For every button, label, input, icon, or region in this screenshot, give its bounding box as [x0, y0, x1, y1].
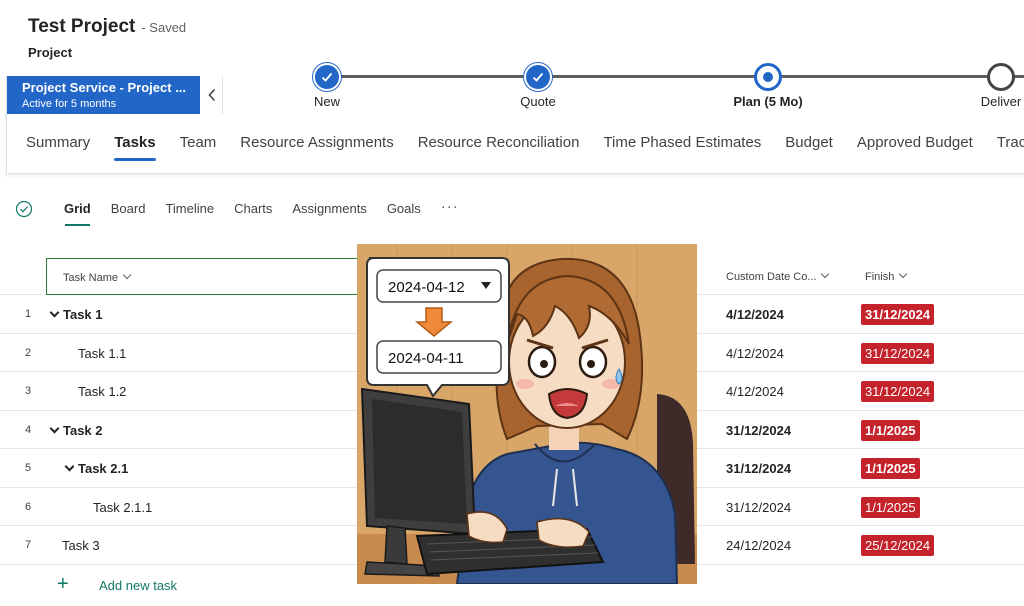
record-type-label: Project	[28, 45, 73, 60]
stage-active-icon	[754, 63, 782, 91]
check-icon	[532, 72, 544, 82]
stage-label: Deliver	[980, 94, 1022, 109]
task-name[interactable]: Task 1.1	[78, 346, 126, 361]
tab-charts[interactable]: Charts	[224, 201, 282, 226]
chevron-down-icon[interactable]	[64, 461, 75, 472]
row-number: 4	[25, 423, 32, 436]
custom-date-cell: 4/12/2024	[726, 384, 784, 399]
task-name[interactable]: Task 1.2	[78, 384, 126, 399]
column-header-label: Finish	[865, 271, 895, 283]
form-header: Test Project - Saved Project Project Ser…	[0, 0, 1024, 176]
row-number: 6	[25, 500, 32, 513]
custom-date-cell: 4/12/2024	[726, 307, 784, 322]
tab-assignments[interactable]: Assignments	[282, 201, 376, 226]
tab-goals[interactable]: Goals	[377, 201, 431, 226]
custom-date-cell: 24/12/2024	[726, 538, 792, 553]
page-title: Test Project	[28, 16, 136, 37]
tab-timeline[interactable]: Timeline	[155, 201, 224, 226]
finish-date-badge: 31/12/2024	[861, 381, 935, 402]
process-flyout-button[interactable]: Project Service - Project ... Active for…	[7, 76, 200, 114]
tab-grid[interactable]: Grid	[54, 201, 101, 226]
column-header-label: Task Name	[63, 272, 119, 284]
task-name[interactable]: Task 2.1.1	[93, 500, 152, 515]
tab-resource-reconciliation[interactable]: Resource Reconciliation	[406, 131, 592, 161]
chevron-down-icon	[821, 269, 830, 279]
custom-date-cell: 31/12/2024	[726, 422, 792, 438]
finish-date-badge: 31/12/2024	[861, 304, 935, 325]
comic-illustration: 2024-04-12 2024-04-11	[357, 244, 697, 584]
stage-label: New	[313, 94, 340, 109]
stage-quote[interactable]: Quote	[478, 63, 598, 109]
finish-date-badge: 1/1/2025	[861, 496, 920, 518]
column-header-finish[interactable]: Finish	[865, 269, 908, 283]
stage-deliver[interactable]: Deliver	[941, 63, 1024, 109]
tab-tasks[interactable]: Tasks	[102, 131, 167, 161]
task-name[interactable]: Task 1	[49, 307, 103, 322]
task-name-text: Task 2.1	[78, 461, 129, 476]
task-name[interactable]: Task 3	[62, 538, 100, 553]
column-header-custom-date[interactable]: Custom Date Co...	[726, 269, 830, 283]
tab-approved-budget[interactable]: Approved Budget	[845, 131, 985, 161]
chevron-left-icon	[207, 88, 215, 102]
tab-time-phased-estimates[interactable]: Time Phased Estimates	[591, 131, 773, 161]
tab-budget[interactable]: Budget	[773, 131, 845, 161]
check-circle-icon[interactable]	[15, 200, 33, 218]
title-row: Test Project - Saved	[28, 16, 186, 38]
process-duration: Active for 5 months	[22, 98, 117, 110]
stage-complete-icon	[524, 63, 552, 91]
view-tab-strip: Grid Board Timeline Charts Assignments G…	[54, 199, 469, 226]
tab-tracking[interactable]: Tracking	[985, 131, 1024, 161]
row-number: 2	[25, 346, 32, 359]
row-number: 1	[25, 308, 32, 320]
row-number: 3	[25, 385, 32, 397]
stage-pending-icon	[987, 63, 1015, 91]
check-icon	[321, 72, 333, 82]
custom-date-cell: 31/12/2024	[726, 461, 792, 476]
custom-date-cell: 31/12/2024	[726, 499, 792, 515]
task-name-text: Task 1	[63, 307, 103, 322]
tab-team[interactable]: Team	[168, 131, 229, 161]
date-after-text: 2024-04-11	[388, 350, 464, 367]
chevron-down-icon	[122, 270, 132, 280]
chevron-down-icon[interactable]	[49, 423, 60, 433]
stage-label: Quote	[520, 94, 556, 109]
stage-label: Plan (5 Mo)	[733, 94, 803, 109]
save-status: - Saved	[141, 20, 187, 35]
stage-complete-icon	[313, 63, 341, 91]
finish-date-badge: 31/12/2024	[861, 342, 935, 364]
row-number: 7	[25, 539, 32, 551]
collapse-process-button[interactable]	[201, 76, 223, 114]
process-name: Project Service - Project ...	[22, 80, 187, 95]
column-header-label: Custom Date Co...	[726, 271, 817, 283]
main-tab-strip: Summary Tasks Team Resource Assignments …	[14, 131, 1024, 161]
process-track	[326, 75, 1024, 78]
tab-board[interactable]: Board	[101, 201, 156, 226]
finish-date-badge: 25/12/2024	[861, 535, 935, 556]
task-name-text: Task 2	[63, 422, 103, 438]
add-task-label: Add new task	[99, 577, 178, 593]
date-before-text: 2024-04-12	[388, 279, 465, 296]
more-options-button[interactable]: ···	[431, 199, 469, 226]
stage-new[interactable]: New	[267, 63, 387, 109]
task-name[interactable]: Task 2.1	[64, 461, 129, 476]
illustration-canvas: 2024-04-12 2024-04-11	[357, 244, 697, 584]
stage-plan[interactable]: Plan (5 Mo)	[708, 63, 828, 109]
column-header-task-name[interactable]: Task Name	[46, 258, 358, 295]
row-number: 5	[25, 462, 32, 474]
finish-date-badge: 1/1/2025	[861, 458, 920, 479]
task-name[interactable]: Task 2	[49, 422, 103, 438]
tab-summary[interactable]: Summary	[14, 131, 102, 161]
plus-icon: +	[57, 572, 69, 595]
finish-date-badge: 1/1/2025	[861, 419, 920, 441]
custom-date-cell: 4/12/2024	[726, 345, 784, 361]
tab-resource-assignments[interactable]: Resource Assignments	[228, 131, 405, 161]
chevron-down-icon[interactable]	[49, 307, 60, 318]
task-view-toolbar: Grid Board Timeline Charts Assignments G…	[0, 190, 1024, 234]
chevron-down-icon	[899, 269, 908, 279]
